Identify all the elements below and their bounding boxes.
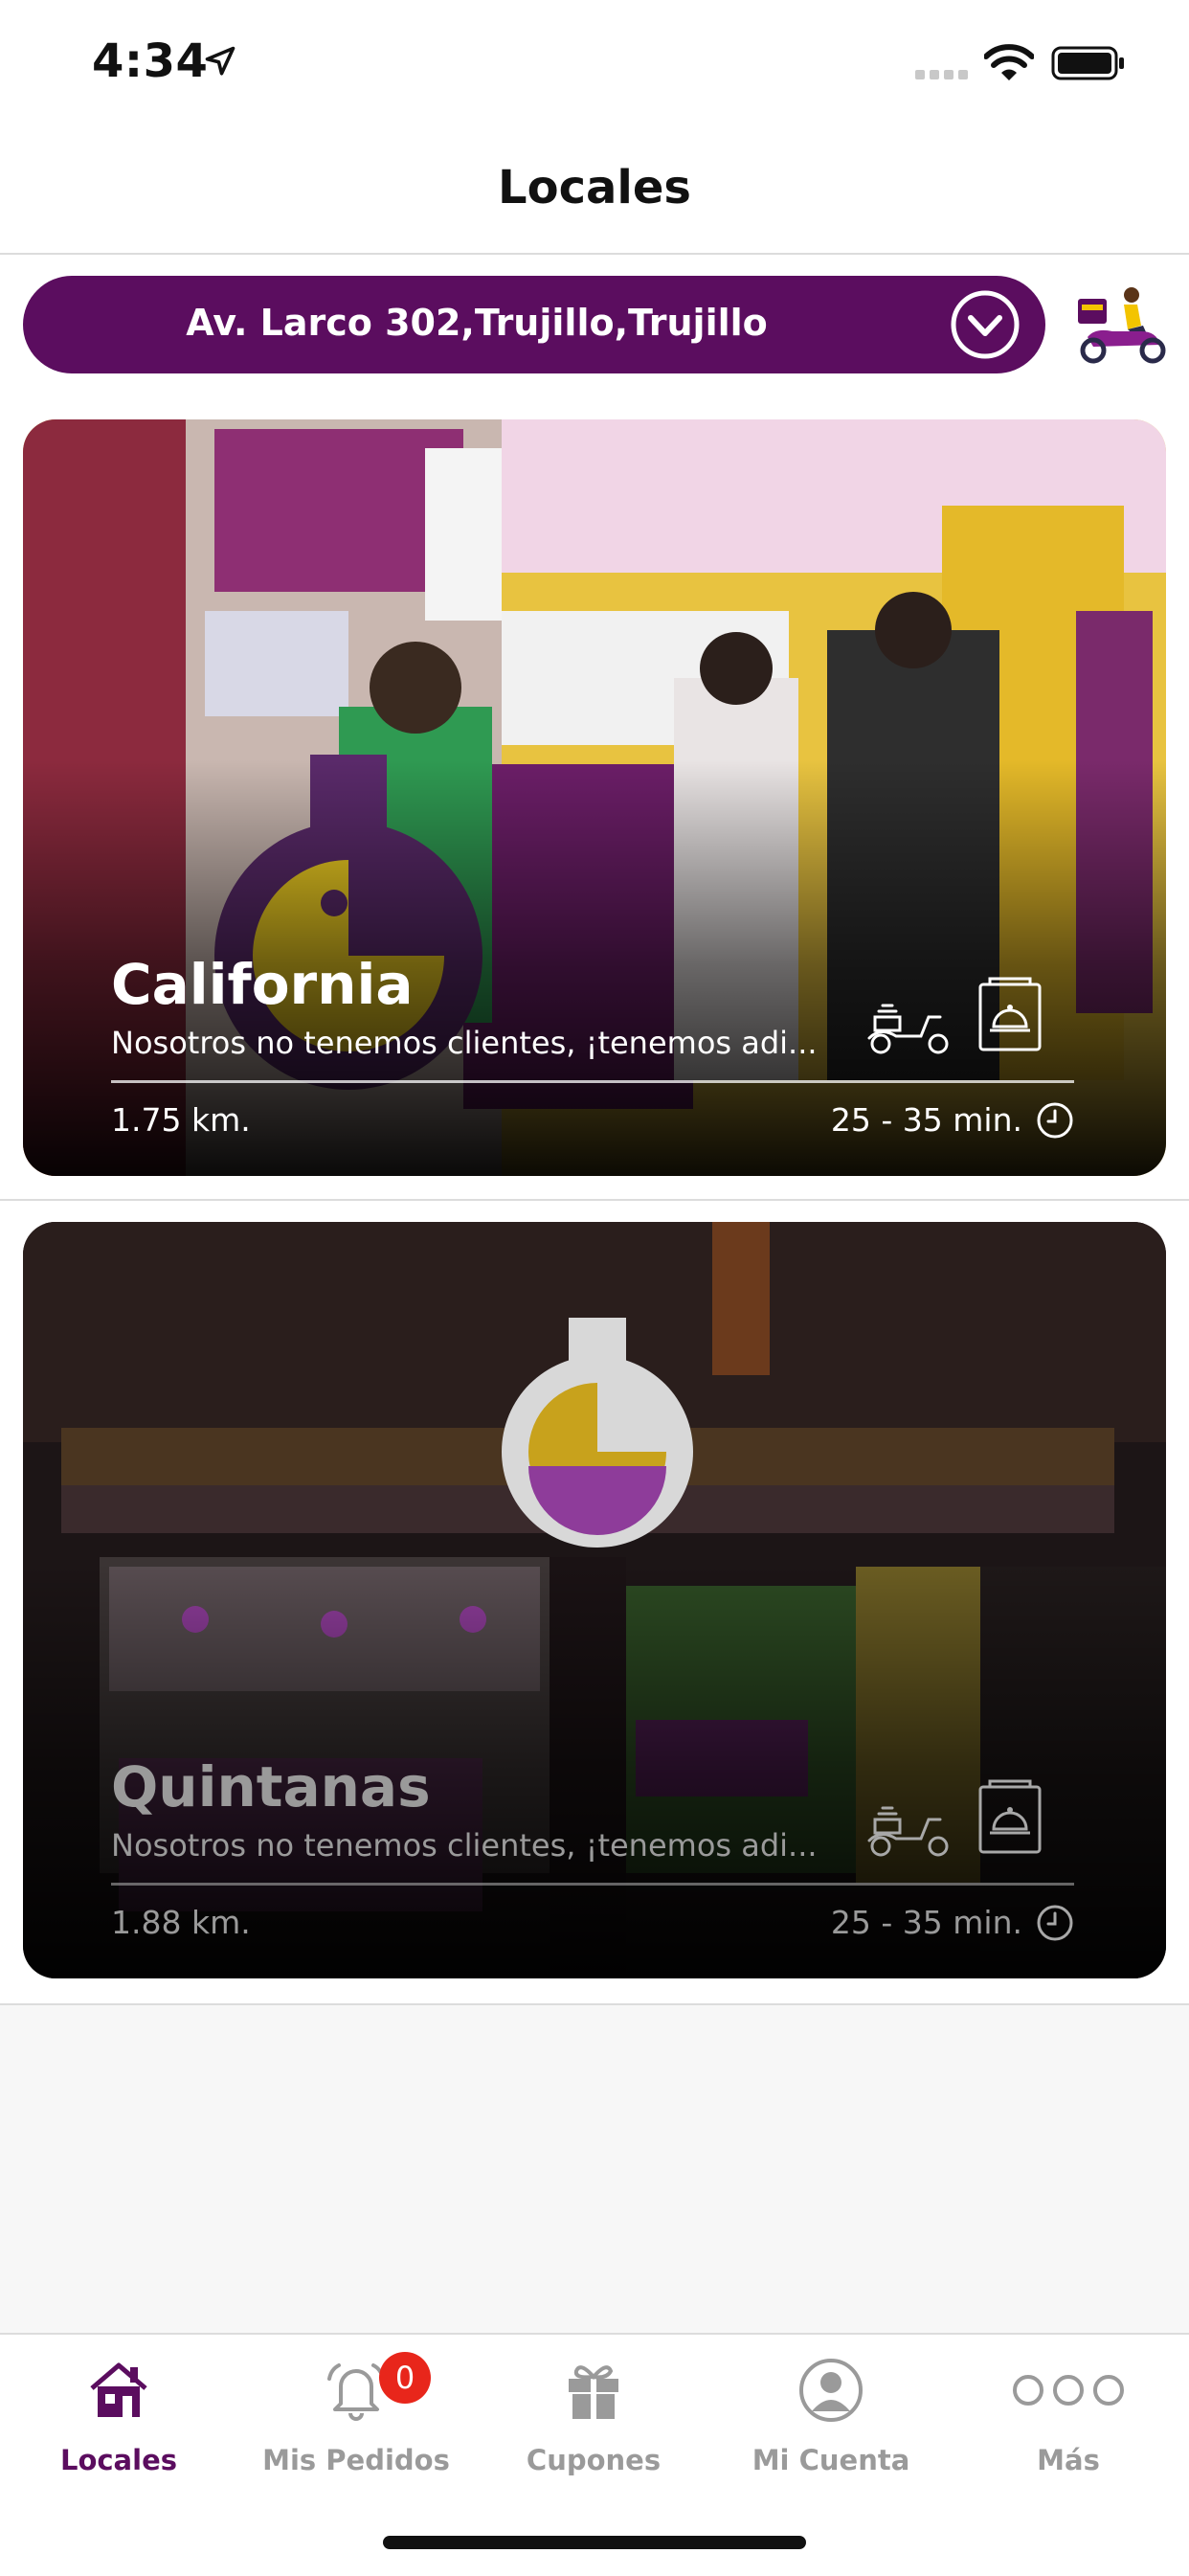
- delivery-time: 25 - 35 min.: [830, 1101, 1022, 1139]
- clock-icon: [1037, 1905, 1073, 1941]
- page-title: Locales: [498, 161, 691, 215]
- store-card-quintanas[interactable]: Quintanas Nosotros no tenemos clientes, …: [23, 1222, 1166, 1978]
- store-description: Nosotros no tenemos clientes, ¡tenemos a…: [111, 1827, 818, 1864]
- clock-icon: [1037, 1102, 1073, 1139]
- card-divider: [111, 1080, 1074, 1083]
- nav-header: Locales: [0, 126, 1189, 255]
- status-bar: 4:34: [0, 0, 1189, 126]
- user-icon: [799, 2359, 863, 2422]
- tab-label: Más: [1037, 2444, 1100, 2476]
- store-section: Quintanas Nosotros no tenemos clientes, …: [0, 1201, 1189, 2005]
- takeout-bag-icon: [978, 977, 1042, 1051]
- delivery-scooter-icon: [867, 1004, 949, 1054]
- chevron-down-icon[interactable]: [950, 289, 1021, 360]
- address-selector[interactable]: Av. Larco 302,Trujillo,Trujillo: [23, 276, 1045, 373]
- store-section: California Nosotros no tenemos clientes,…: [0, 396, 1189, 1201]
- delivery-rider-icon[interactable]: [1074, 283, 1168, 368]
- bell-icon: [327, 2363, 385, 2421]
- tab-label: Mi Cuenta: [752, 2444, 910, 2476]
- tab-cupones[interactable]: Cupones: [475, 2352, 712, 2496]
- cellular-signal-icon: [915, 70, 968, 79]
- tab-mas[interactable]: Más: [950, 2352, 1187, 2496]
- home-indicator[interactable]: [383, 2536, 806, 2549]
- tab-label: Locales: [59, 2444, 178, 2476]
- tab-label: Mis Pedidos: [262, 2444, 450, 2476]
- address-text: Av. Larco 302,Trujillo,Trujillo: [186, 302, 768, 344]
- card-divider: [111, 1883, 1074, 1886]
- delivery-scooter-icon: [867, 1806, 949, 1857]
- store-name: Quintanas: [111, 1754, 431, 1819]
- location-arrow-icon: [205, 46, 236, 76]
- delivery-time: 25 - 35 min.: [830, 1904, 1022, 1941]
- tab-label: Cupones: [526, 2444, 662, 2476]
- store-name: California: [111, 952, 414, 1017]
- store-description: Nosotros no tenemos clientes, ¡tenemos a…: [111, 1025, 818, 1061]
- tab-locales[interactable]: Locales: [0, 2352, 237, 2496]
- store-distance: 1.88 km.: [111, 1904, 251, 1941]
- gift-icon: [569, 2365, 618, 2419]
- tab-mis-pedidos[interactable]: 0 Mis Pedidos: [237, 2352, 475, 2496]
- tab-mi-cuenta[interactable]: Mi Cuenta: [712, 2352, 950, 2496]
- more-icon: [1013, 2375, 1124, 2406]
- wifi-icon: [984, 44, 1034, 80]
- store-card-california[interactable]: California Nosotros no tenemos clientes,…: [23, 419, 1166, 1176]
- home-icon: [90, 2362, 147, 2417]
- card-gradient-overlay: [23, 419, 1166, 1176]
- store-distance: 1.75 km.: [111, 1101, 251, 1139]
- status-time: 4:34: [92, 34, 209, 88]
- notification-badge: 0: [379, 2352, 431, 2404]
- takeout-bag-icon: [978, 1779, 1042, 1854]
- battery-icon: [1051, 46, 1124, 80]
- address-row: Av. Larco 302,Trujillo,Trujillo: [0, 255, 1189, 396]
- card-gradient-overlay: [23, 1222, 1166, 1978]
